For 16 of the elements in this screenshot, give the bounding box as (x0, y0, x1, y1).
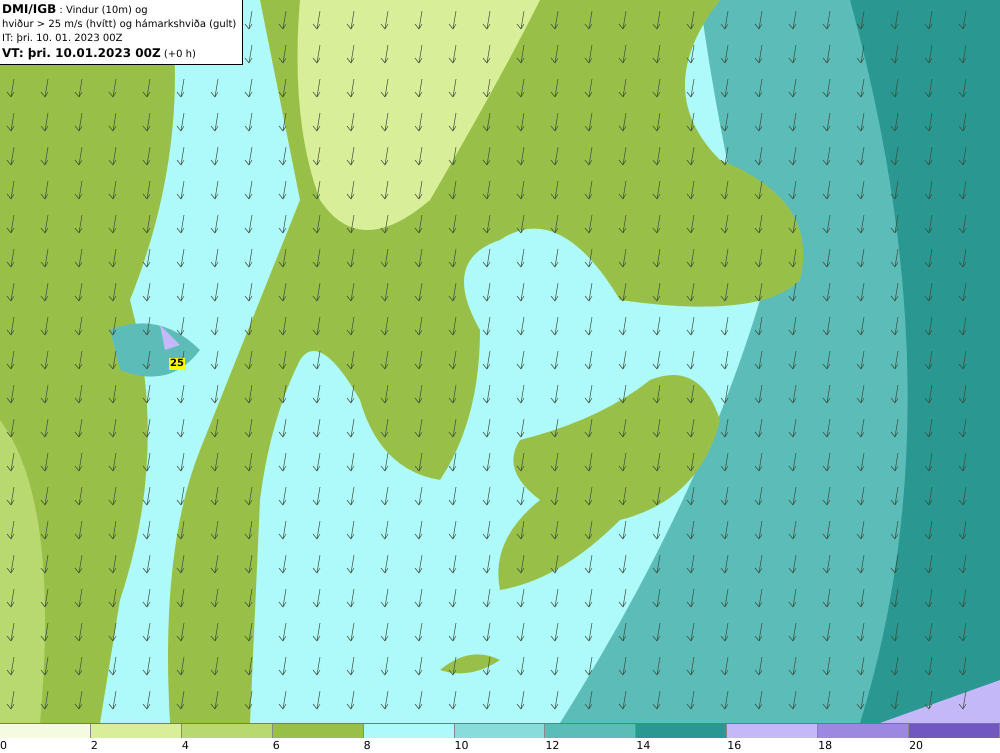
info-text: VT: þri. 10.01.2023 00Z (+0 h) (2, 46, 197, 62)
legend-tick: 18 (818, 738, 832, 753)
legend-tick: 10 (454, 738, 469, 753)
legend-tick: 6 (272, 738, 280, 753)
legend-tick: 16 (727, 738, 742, 753)
legend-tick: 0 (0, 738, 7, 753)
info-text: IT: þri. 10. 01. 2023 00Z (2, 32, 124, 46)
legend-tick: 4 (182, 738, 189, 753)
legend-tick: 20 (909, 738, 924, 753)
legend-tick: 8 (364, 738, 371, 753)
legend-tick: 14 (636, 738, 650, 753)
info-text: DMI/IGB : Vindur (10m) og (2, 2, 149, 18)
legend-tick: 2 (90, 738, 98, 753)
legend-tick: 12 (545, 738, 560, 753)
info-text: hviður > 25 m/s (hvítt) og hámarkshviða (gult) (2, 18, 236, 32)
gust-label: 25 (169, 358, 185, 370)
